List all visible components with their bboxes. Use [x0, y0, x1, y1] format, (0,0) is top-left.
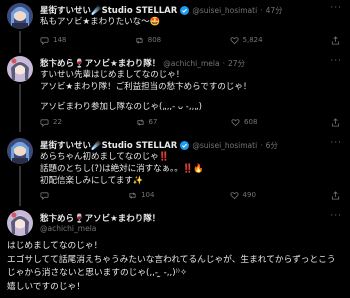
more-options-icon[interactable]: ··· [330, 211, 342, 221]
share-button[interactable] [331, 117, 340, 127]
like-button[interactable]: 608 [231, 118, 257, 127]
retweet-button[interactable]: 104 [128, 191, 154, 200]
author-name[interactable]: 愁卞めら🍷アソビ★まわり隊！ [40, 57, 160, 69]
tweet-text-line: すいせい先輩はじめましてなのじゃ！ [40, 70, 185, 80]
tweet-text-line: めらちゃん初めましてなのじゃ‼️ [40, 152, 170, 162]
like-count: 608 [244, 118, 258, 126]
retweet-count: 104 [141, 191, 155, 199]
more-options-icon[interactable]: ··· [330, 138, 342, 148]
like-count: 490 [242, 191, 256, 199]
tweet-4-focused[interactable]: 愁卞めら🍷アソビ★まわり隊！ @achichi_mela ··· はじめましてな… [0, 207, 350, 298]
tweet-text-line: 初配信楽しみにしてます✨ [40, 176, 144, 186]
more-options-icon[interactable]: ··· [330, 56, 342, 66]
avatar[interactable] [7, 3, 33, 29]
tweet-2[interactable]: 愁卞めら🍷アソビ★まわり隊！ @achichi_mela · 27分 ··· す… [0, 52, 350, 132]
avatar[interactable] [7, 138, 33, 164]
timestamp[interactable]: 6分 [266, 140, 278, 151]
share-icon [331, 35, 340, 45]
reply-count: 22 [53, 118, 62, 126]
tweet-text-line [40, 93, 251, 101]
tweet-text-line: 嬉しいですのじゃ！ [7, 281, 85, 292]
like-count: 5,824 [242, 36, 263, 44]
retweet-button[interactable]: 808 [135, 36, 161, 45]
author-handle[interactable]: @achichi_mela [40, 224, 96, 233]
retweet-icon [136, 36, 143, 44]
reply-count: 148 [53, 36, 67, 44]
reply-icon [40, 191, 49, 200]
tweet-text-line: 私もアソビ★まわりたいな〜🤩 [40, 17, 161, 27]
share-button[interactable] [331, 35, 340, 45]
reply-button[interactable] [40, 191, 53, 200]
author-name[interactable]: 星街すいせい☄️Studio STELLAR [40, 139, 177, 151]
heart-icon [231, 118, 240, 126]
retweet-icon [136, 118, 144, 126]
like-button[interactable]: 490 [230, 191, 256, 200]
share-button[interactable] [331, 190, 340, 200]
tweet-1[interactable]: 星街すいせい☄️Studio STELLAR @suisei_hosimati … [0, 0, 350, 53]
tweet-text-line: じゃから消さないと思いますのじゃ(,,- ̫ -,,)⁾⁾✧ [7, 268, 188, 278]
reply-icon [40, 36, 49, 45]
author-name[interactable]: 愁卞めら🍷アソビ★まわり隊！ [40, 212, 160, 224]
tweet-text-line: 話題のとちし(?)は絶対に消すなぁ。。‼️🔥 [40, 164, 204, 174]
tweet-text-line: エゴサしてて話尾消えちゃうみたいな言われてるんじゃが、生まれてからずっとこう [7, 254, 336, 265]
author-handle[interactable]: @achichi_mela [163, 59, 219, 68]
tweet-3[interactable]: 星街すいせい☄️Studio STELLAR @suisei_hosimati … [0, 135, 350, 206]
reply-button[interactable]: 148 [40, 36, 66, 45]
share-icon [331, 117, 340, 127]
author-handle[interactable]: @suisei_hosimati [192, 141, 257, 150]
more-options-icon[interactable]: ··· [330, 3, 342, 13]
author-name[interactable]: 星街すいせい☄️Studio STELLAR [40, 4, 177, 16]
timestamp[interactable]: 47分 [266, 5, 283, 16]
avatar[interactable] [7, 210, 33, 236]
tweet-text-line: アソビまわり参加し隊なのじゃ(„,,- ᴗ -,,„) [40, 102, 202, 112]
verified-badge-icon [180, 5, 190, 15]
avatar[interactable] [7, 56, 33, 82]
reply-button[interactable]: 22 [40, 118, 62, 127]
author-handle[interactable]: @suisei_hosimati [192, 6, 257, 15]
timestamp[interactable]: 27分 [228, 58, 245, 69]
like-button[interactable]: 5,824 [230, 36, 263, 45]
heart-icon [230, 191, 239, 199]
verified-badge-icon [180, 140, 190, 150]
retweet-icon [129, 191, 136, 199]
retweet-count: 67 [148, 118, 158, 126]
reply-icon [40, 118, 49, 127]
retweet-button[interactable]: 67 [136, 118, 158, 127]
tweet-text-line: アソビ★まわり隊！ご利益担当の愁卞めらですのじゃ！ [40, 82, 252, 92]
share-icon [331, 190, 340, 200]
tweet-text-line: はじめましてなのじゃ！ [7, 241, 103, 251]
heart-icon [230, 36, 239, 44]
retweet-count: 808 [147, 36, 162, 44]
